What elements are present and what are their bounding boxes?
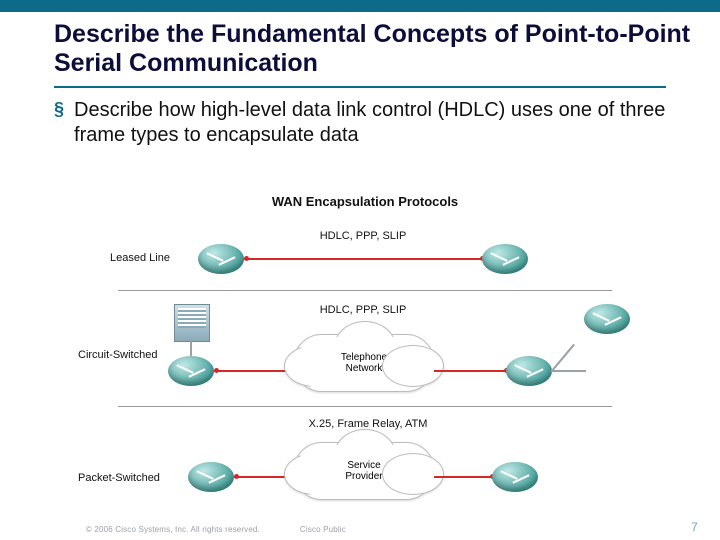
row-label-leased: Leased Line — [110, 252, 170, 264]
router-icon — [188, 462, 234, 492]
bullet-icon: § — [54, 98, 64, 148]
router-icon — [168, 356, 214, 386]
bullet-item: § Describe how high-level data link cont… — [0, 98, 720, 156]
title-rule — [54, 86, 666, 88]
top-accent-bar — [0, 0, 720, 12]
cloud-label-telephone: Telephone Network — [294, 352, 434, 374]
connector-dot — [214, 368, 219, 373]
bullet-text: Describe how high-level data link contro… — [74, 98, 666, 148]
wire — [214, 370, 294, 372]
separator — [118, 290, 612, 291]
router-icon — [482, 244, 528, 274]
footer-classification: Cisco Public — [300, 525, 346, 534]
diagram: WAN Encapsulation Protocols Leased Line … — [118, 194, 612, 500]
slide-title: Describe the Fundamental Concepts of Poi… — [0, 12, 720, 82]
wire — [244, 258, 484, 260]
page-number: 7 — [691, 520, 698, 534]
pbx-icon — [174, 304, 210, 342]
router-icon — [584, 304, 630, 334]
router-icon — [492, 462, 538, 492]
router-icon — [506, 356, 552, 386]
proto-circuit: HDLC, PPP, SLIP — [288, 304, 438, 316]
wire — [434, 370, 508, 372]
row-label-packet: Packet-Switched — [78, 472, 160, 484]
cloud-icon: Service Provider — [293, 442, 435, 500]
footer-copyright: © 2006 Cisco Systems, Inc. All rights re… — [86, 525, 260, 534]
router-icon — [198, 244, 244, 274]
separator — [118, 406, 612, 407]
diagram-title: WAN Encapsulation Protocols — [118, 194, 612, 209]
cloud-icon: Telephone Network — [293, 334, 435, 392]
connector-dot — [234, 474, 239, 479]
connector-dot — [244, 256, 249, 261]
footer: © 2006 Cisco Systems, Inc. All rights re… — [0, 520, 720, 534]
cloud-label-service: Service Provider — [294, 460, 434, 482]
wire — [552, 370, 586, 372]
row-label-circuit: Circuit-Switched — [78, 349, 157, 361]
proto-leased: HDLC, PPP, SLIP — [288, 230, 438, 242]
wire — [550, 344, 575, 373]
wire — [434, 476, 494, 478]
